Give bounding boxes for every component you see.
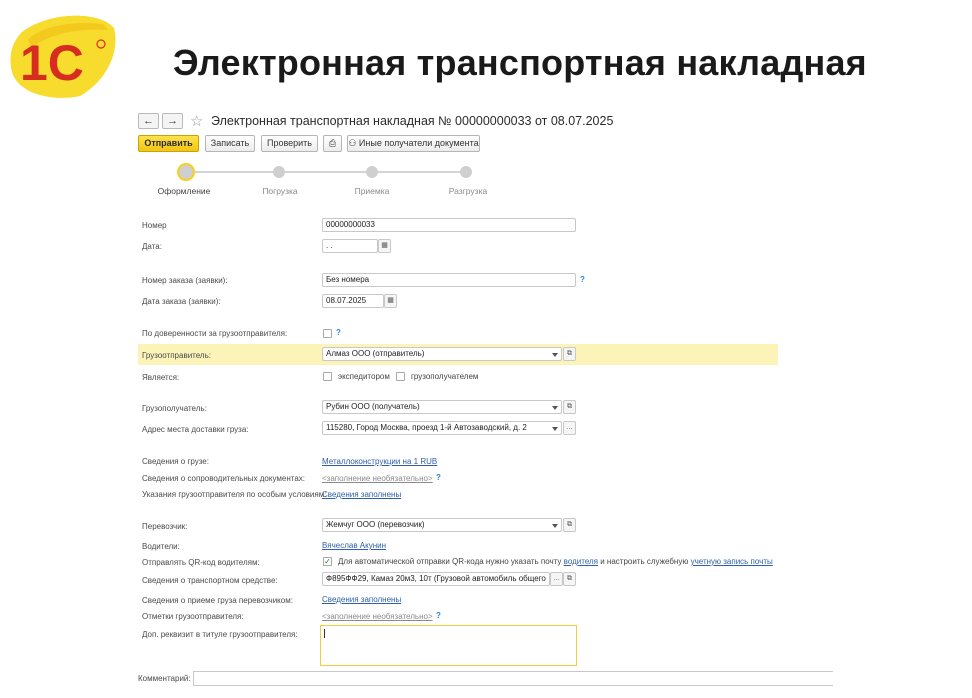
date-label: Дата: — [142, 242, 162, 251]
vehicle-label: Сведения о транспортном средстве: — [142, 576, 278, 585]
carrier-label: Перевозчик: — [142, 522, 188, 531]
qr-text-part: и настроить служебную — [600, 557, 689, 566]
marks-link[interactable]: <заполнение необязательно> — [322, 612, 433, 621]
drivers-link[interactable]: Вячеслав Акунин — [322, 541, 386, 550]
stage-dot-active[interactable] — [177, 163, 195, 181]
shipper-label: Грузоотправитель: — [142, 351, 211, 360]
open-link-icon[interactable]: ⧉ — [563, 518, 576, 532]
special-label: Указания грузоотправителя по особым усло… — [142, 490, 327, 499]
other-recipients-label: Иные получатели документа — [358, 138, 479, 148]
proxy-label: По доверенности за грузоотправителя: — [142, 329, 288, 338]
cargo-link[interactable]: Металлоконструкции на 1 RUB — [322, 457, 437, 466]
more-button[interactable]: … — [563, 421, 576, 435]
vehicle-input[interactable]: Ф895ФФ29, Камаз 20м3, 10т (Грузовой авто… — [322, 572, 550, 586]
consignee-input[interactable]: Рубин ООО (получатель) — [322, 400, 562, 414]
stage-dot[interactable] — [460, 166, 472, 178]
order-date-input[interactable]: 08.07.2025 — [322, 294, 384, 308]
chevron-down-icon[interactable] — [552, 406, 558, 410]
qr-label: Отправлять QR-код водителям: — [142, 558, 260, 567]
extra-attribute-label: Доп. реквизит в титуле грузоотправителя: — [142, 630, 298, 639]
comment-label: Комментарий: — [138, 674, 191, 683]
acceptance-link[interactable]: Сведения заполнены — [322, 595, 401, 604]
slide-title: Электронная транспортная накладная — [173, 42, 867, 83]
other-recipients-button[interactable]: ⚇ Иные получатели документа — [347, 135, 480, 152]
help-icon[interactable]: ? — [336, 328, 341, 337]
docs-link[interactable]: <заполнение необязательно> — [322, 474, 433, 483]
stage-label: Погрузка — [262, 186, 298, 196]
help-icon[interactable]: ? — [436, 611, 441, 620]
special-link[interactable]: Сведения заполнены — [322, 490, 401, 499]
order-number-input[interactable]: Без номера — [322, 273, 576, 287]
chevron-down-icon[interactable] — [552, 524, 558, 528]
consignee-role-checkbox[interactable] — [396, 372, 405, 381]
1c-logo: 1С — [10, 15, 116, 98]
stage-dot[interactable] — [273, 166, 285, 178]
print-button[interactable]: ⎙ — [323, 135, 342, 152]
open-link-icon[interactable]: ⧉ — [563, 400, 576, 414]
forwarder-label: экспедитором — [338, 372, 390, 381]
order-date-label: Дата заказа (заявки): — [142, 297, 221, 306]
mail-account-link[interactable]: учетную запись почты — [691, 557, 773, 566]
cargo-label: Сведения о грузе: — [142, 457, 209, 466]
chevron-down-icon[interactable] — [552, 353, 558, 357]
qr-text-part: Для автоматической отправки QR-кода нужн… — [338, 557, 562, 566]
qr-checkbox[interactable]: ✓ — [323, 557, 332, 566]
help-icon[interactable]: ? — [436, 473, 441, 482]
address-label: Адрес места доставки груза: — [142, 425, 249, 434]
acceptance-label: Сведения о приеме груза перевозчиком: — [142, 596, 293, 605]
forward-button[interactable]: → — [162, 113, 183, 129]
proxy-checkbox[interactable] — [323, 329, 332, 338]
send-button[interactable]: Отправить — [138, 135, 199, 152]
docs-label: Сведения о сопроводительных документах: — [142, 474, 305, 483]
open-link-icon[interactable]: ⧉ — [563, 347, 576, 361]
marks-label: Отметки грузоотправителя: — [142, 612, 244, 621]
carrier-input[interactable]: Жемчуг ООО (перевозчик) — [322, 518, 562, 532]
document-title: Электронная транспортная накладная № 000… — [211, 114, 614, 128]
forwarder-checkbox[interactable] — [323, 372, 332, 381]
help-icon[interactable]: ? — [580, 275, 585, 284]
consignee-role-label: грузополучателем — [411, 372, 479, 381]
calendar-icon[interactable]: ▦ — [378, 239, 391, 253]
number-label: Номер — [142, 221, 167, 230]
stage-dot[interactable] — [366, 166, 378, 178]
stage-label: Разгрузка — [448, 186, 488, 196]
stage-line — [185, 171, 466, 173]
drivers-label: Водители: — [142, 542, 180, 551]
number-input[interactable]: 00000000033 — [322, 218, 576, 232]
printer-icon: ⎙ — [328, 138, 337, 148]
save-button[interactable]: Записать — [205, 135, 255, 152]
more-button[interactable]: … — [550, 572, 563, 586]
comment-input[interactable] — [193, 671, 833, 686]
logo-text: 1С — [20, 35, 84, 91]
address-input[interactable]: 115280, Город Москва, проезд 1-й Автозав… — [322, 421, 562, 435]
qr-text: Для автоматической отправки QR-кода нужн… — [338, 557, 773, 566]
star-icon[interactable]: ☆ — [190, 112, 203, 130]
extra-attribute-textarea[interactable] — [320, 625, 577, 666]
driver-mail-link[interactable]: водителя — [564, 557, 598, 566]
text-cursor — [324, 629, 325, 638]
is-label: Является: — [142, 373, 180, 382]
stage-label: Оформление — [157, 186, 211, 196]
calendar-icon[interactable]: ▦ — [384, 294, 397, 308]
date-input[interactable]: . . — [322, 239, 378, 253]
order-number-label: Номер заказа (заявки): — [142, 276, 228, 285]
open-link-icon[interactable]: ⧉ — [563, 572, 576, 586]
consignee-label: Грузополучатель: — [142, 404, 207, 413]
back-button[interactable]: ← — [138, 113, 159, 129]
chevron-down-icon[interactable] — [552, 427, 558, 431]
people-icon: ⚇ — [348, 138, 359, 148]
check-button[interactable]: Проверить — [261, 135, 318, 152]
shipper-input[interactable]: Алмаз ООО (отправитель) — [322, 347, 562, 361]
stage-label: Приемка — [354, 186, 390, 196]
